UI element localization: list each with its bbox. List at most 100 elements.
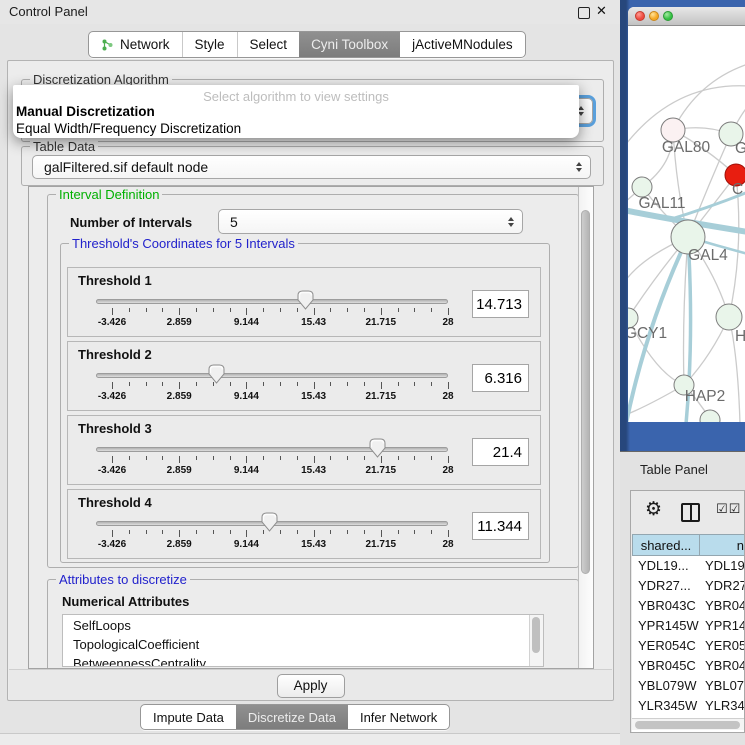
list-item-betweennesscentrality[interactable]: BetweennessCentrality bbox=[73, 656, 206, 667]
table-hscroll-thumb[interactable] bbox=[635, 721, 740, 729]
attributes-group: Attributes to discretize Numerical Attri… bbox=[47, 579, 579, 669]
thresholds-group: Threshold's Coordinates for 5 Intervals … bbox=[60, 243, 550, 563]
close-traffic-light[interactable] bbox=[635, 11, 645, 21]
tab-impute-data[interactable]: Impute Data bbox=[141, 705, 236, 729]
threshold-label: Threshold 4 bbox=[78, 495, 152, 510]
table-row[interactable]: YPR145WYPR145W bbox=[632, 616, 745, 636]
float-window-icon[interactable] bbox=[578, 7, 590, 19]
table-row[interactable]: YER054CYER054C bbox=[632, 636, 745, 656]
tab-cyni-toolbox[interactable]: Cyni Toolbox bbox=[299, 32, 400, 57]
apply-button[interactable]: Apply bbox=[277, 674, 345, 698]
table-panel-card: ⚙ ☑☑ shared...nameYDL19...YDL19...YDR27.… bbox=[630, 490, 745, 733]
table-row[interactable]: YLR345WYLR345W bbox=[632, 696, 745, 716]
table-data-combobox[interactable]: galFiltered.sif default node bbox=[32, 155, 591, 179]
slider-tick bbox=[162, 382, 163, 386]
threshold-value-field[interactable]: 14.713 bbox=[472, 290, 529, 318]
network-node-green[interactable] bbox=[632, 177, 652, 197]
thresholds-group-title: Threshold's Coordinates for 5 Intervals bbox=[69, 236, 298, 251]
slider-tick bbox=[330, 456, 331, 460]
network-node-green[interactable] bbox=[716, 304, 742, 330]
slider-tick bbox=[230, 456, 231, 460]
number-of-intervals-combobox[interactable]: 5 bbox=[218, 209, 523, 234]
slider-tick bbox=[364, 382, 365, 386]
slider-tick bbox=[448, 456, 449, 463]
tab-label: Impute Data bbox=[153, 710, 224, 725]
numerical-attributes-list[interactable]: SelfLoops TopologicalCoefficient Betweenne… bbox=[62, 614, 544, 667]
split-columns-icon[interactable] bbox=[681, 503, 700, 522]
tab-select[interactable]: Select bbox=[237, 32, 300, 57]
gear-icon[interactable]: ⚙ bbox=[645, 498, 662, 520]
slider-tick bbox=[230, 308, 231, 312]
node-label-gcy1: GCY1 bbox=[628, 325, 667, 342]
list-scrollbar[interactable] bbox=[529, 615, 543, 666]
slider-tick bbox=[314, 456, 315, 463]
list-scrollbar-thumb[interactable] bbox=[532, 617, 540, 653]
cyni-toolbox-panel: Discretization Algorithm Select algorith… bbox=[7, 60, 614, 701]
tab-jactivemnodules[interactable]: jActiveMNodules bbox=[400, 32, 525, 57]
slider-thumb[interactable] bbox=[369, 438, 386, 458]
slider-tick bbox=[414, 530, 415, 534]
list-item-selfloops[interactable]: SelfLoops bbox=[73, 618, 131, 633]
popup-item-manual-discretization[interactable]: Manual Discretization bbox=[16, 104, 155, 119]
table-row[interactable]: YBL079WYBL079W bbox=[632, 676, 745, 696]
table-horizontal-scrollbar[interactable] bbox=[632, 718, 744, 730]
network-window-titlebar[interactable] bbox=[628, 7, 745, 26]
tick-label: -3.426 bbox=[82, 391, 142, 402]
combo-stepper-icon[interactable] bbox=[576, 162, 582, 172]
slider-thumb[interactable] bbox=[261, 512, 278, 532]
interval-definition-title: Interval Definition bbox=[56, 187, 162, 202]
slider-tick bbox=[213, 456, 214, 460]
table-row[interactable]: YDR27...YDR27... bbox=[632, 576, 745, 596]
slider-thumb[interactable] bbox=[297, 290, 314, 310]
table-row[interactable]: YDL19...YDL19... bbox=[632, 556, 745, 576]
table-cell: YER054C bbox=[632, 636, 700, 656]
list-item-topologicalcoefficient[interactable]: TopologicalCoefficient bbox=[73, 637, 199, 652]
tick-label: 21.715 bbox=[351, 465, 411, 476]
tab-style[interactable]: Style bbox=[182, 32, 237, 57]
tab-infer-network[interactable]: Infer Network bbox=[348, 705, 449, 729]
threshold-label: Threshold 1 bbox=[78, 273, 152, 288]
table-cell: YDR27... bbox=[699, 576, 745, 596]
pane-scrollbar-thumb[interactable] bbox=[581, 210, 590, 574]
threshold-label: Threshold 2 bbox=[78, 347, 152, 362]
popup-item-equal-width-frequency-discretization[interactable]: Equal Width/Frequency Discretization bbox=[16, 121, 241, 136]
table-row[interactable]: YBR045CYBR045C bbox=[632, 656, 745, 676]
close-icon[interactable]: ✕ bbox=[596, 3, 607, 19]
tick-label: 15.43 bbox=[284, 465, 344, 476]
tick-label: 28 bbox=[418, 317, 478, 328]
column-header-name[interactable]: name bbox=[699, 534, 745, 556]
table-row[interactable]: YBR043CYBR043C bbox=[632, 596, 745, 616]
zoom-traffic-light[interactable] bbox=[663, 11, 673, 21]
slider-tick bbox=[448, 382, 449, 389]
tab-network[interactable]: Network bbox=[89, 32, 182, 57]
slider-track[interactable] bbox=[96, 299, 448, 304]
control-panel-titlebar: Control Panel ✕ bbox=[0, 0, 620, 24]
network-canvas[interactable]: GAL80GACGAL11GAL4GCY1HHAP2 bbox=[628, 26, 745, 422]
combo-stepper-icon[interactable] bbox=[508, 217, 514, 227]
slider-tick bbox=[179, 456, 180, 463]
slider-tick bbox=[297, 382, 298, 386]
slider-tick bbox=[280, 456, 281, 460]
slider-tick bbox=[213, 530, 214, 534]
tab-discretize-data[interactable]: Discretize Data bbox=[236, 705, 348, 729]
threshold-value-field[interactable]: 21.4 bbox=[472, 438, 529, 466]
slider-thumb[interactable] bbox=[208, 364, 225, 384]
panel-title: Control Panel bbox=[9, 4, 88, 19]
control-panel: Control Panel ✕ NetworkStyleSelect Cyni T… bbox=[0, 0, 620, 745]
node-label-gal11: GAL11 bbox=[638, 195, 685, 212]
slider-track[interactable] bbox=[96, 447, 448, 452]
table-cell: YBR043C bbox=[632, 596, 700, 616]
slider-tick bbox=[146, 456, 147, 460]
minimize-traffic-light[interactable] bbox=[649, 11, 659, 21]
pane-scrollbar[interactable] bbox=[578, 187, 593, 668]
table-cell: YDR27... bbox=[632, 576, 700, 596]
slider-track[interactable] bbox=[96, 373, 448, 378]
column-header-shared[interactable]: shared... bbox=[632, 534, 700, 556]
threshold-value-field[interactable]: 11.344 bbox=[472, 512, 529, 540]
checkbox-columns-icon[interactable]: ☑☑ bbox=[716, 502, 741, 517]
tab-label: Infer Network bbox=[360, 710, 437, 725]
tab-label: Cyni Toolbox bbox=[311, 37, 388, 52]
network-node-green[interactable] bbox=[700, 410, 720, 422]
threshold-value-field[interactable]: 6.316 bbox=[472, 364, 529, 392]
network-window[interactable]: GAL80GACGAL11GAL4GCY1HHAP2 bbox=[628, 7, 745, 422]
